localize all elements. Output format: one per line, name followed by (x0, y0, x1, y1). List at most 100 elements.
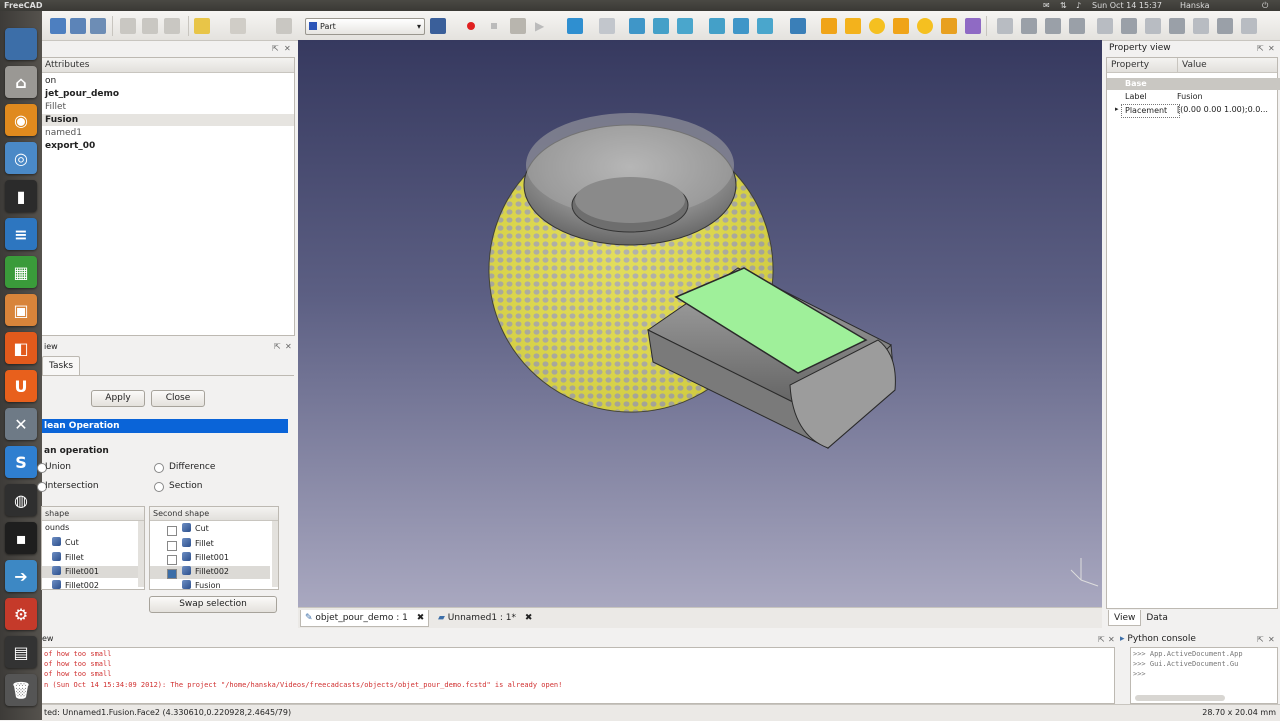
whats-this-icon[interactable] (430, 18, 446, 34)
close-icon[interactable]: ✖ (525, 613, 533, 623)
expand-icon[interactable]: ▸ (1115, 105, 1119, 113)
system-settings-icon[interactable]: ⚙ (5, 598, 37, 630)
section-radio[interactable] (154, 482, 164, 492)
list-item-selected[interactable]: Fillet002 (182, 566, 229, 578)
ubuntu-one-icon[interactable]: U (5, 370, 37, 402)
scrollbar[interactable] (138, 521, 144, 587)
files-icon[interactable]: ⌂ (5, 66, 37, 98)
volume-icon[interactable]: ♪ (1076, 0, 1081, 11)
dock-float-icon[interactable]: ⇱ (274, 342, 281, 351)
part-primitives-icon[interactable] (941, 18, 957, 34)
measure-icon[interactable] (790, 18, 806, 34)
checkbox-checked[interactable] (167, 569, 177, 579)
revolve-icon[interactable] (1121, 18, 1137, 34)
cut-shape-icon[interactable] (1021, 18, 1037, 34)
dock-close-icon[interactable]: ✕ (285, 342, 292, 351)
calc-icon[interactable]: ▦ (5, 256, 37, 288)
open-file-icon[interactable] (70, 18, 86, 34)
list-item[interactable]: Fillet002 (52, 580, 99, 589)
paste-icon[interactable] (164, 18, 180, 34)
difference-radio[interactable] (154, 463, 164, 473)
macro-play-icon[interactable]: ▶ (535, 18, 551, 34)
view-top-icon[interactable] (653, 18, 669, 34)
tab-data[interactable]: Data (1141, 610, 1173, 626)
tree-item[interactable]: jet_pour_demo (45, 88, 119, 100)
screencast-icon[interactable]: ◍ (5, 484, 37, 516)
fuse-icon[interactable] (1045, 18, 1061, 34)
redo-icon[interactable] (230, 18, 246, 34)
panel-title[interactable]: lean Operation (42, 419, 288, 433)
part-cone-icon[interactable] (893, 18, 909, 34)
property-value[interactable]: Fusion (1177, 92, 1203, 101)
network-icon[interactable]: ⇅ (1060, 0, 1067, 11)
tree-item[interactable]: Fillet (45, 101, 66, 113)
macro-record-icon[interactable] (463, 18, 479, 34)
view-front-icon[interactable] (629, 18, 645, 34)
tab-view[interactable]: View (1108, 610, 1142, 626)
part-torus-icon[interactable] (917, 18, 933, 34)
refresh-icon[interactable] (276, 18, 292, 34)
view-rear-icon[interactable] (709, 18, 725, 34)
envelope-icon[interactable]: ✉ (1043, 0, 1050, 11)
report-view[interactable]: of how too small of how too small of how… (42, 647, 1115, 704)
writer-icon[interactable]: ≡ (5, 218, 37, 250)
tab-unnamed1[interactable]: ▰ Unnamed1 : 1* ✖ (434, 610, 536, 626)
dock-float-icon[interactable]: ⇱ (1257, 44, 1264, 53)
save-icon[interactable] (90, 18, 106, 34)
close-button[interactable]: Close (151, 390, 205, 407)
chromium-icon[interactable]: ◎ (5, 142, 37, 174)
property-group[interactable]: Base (1107, 78, 1280, 90)
checkbox[interactable] (167, 555, 177, 565)
tree-item-selected[interactable]: Fusion (42, 114, 294, 126)
camera-icon[interactable]: ▪ (5, 522, 37, 554)
new-file-icon[interactable] (50, 18, 66, 34)
skype-icon[interactable]: S (5, 446, 37, 478)
list-item[interactable]: Cut (52, 537, 79, 549)
user-name[interactable]: Hanska (1180, 0, 1210, 11)
column-property[interactable]: Property (1107, 58, 1178, 72)
trash-icon[interactable]: 🗑 (5, 674, 37, 706)
3d-viewport[interactable] (298, 40, 1102, 607)
macro-stop-icon[interactable] (486, 18, 502, 34)
part-sphere-icon[interactable] (869, 18, 885, 34)
shape-builder-icon[interactable] (965, 18, 981, 34)
mirror-icon[interactable] (1145, 18, 1161, 34)
scrollbar[interactable] (1135, 695, 1225, 701)
scrollbar[interactable] (272, 521, 278, 587)
fillet-icon[interactable] (1169, 18, 1185, 34)
copy-icon[interactable] (142, 18, 158, 34)
first-shape-list[interactable]: shape ounds Cut Fillet Fillet001 Fillet0… (41, 506, 145, 590)
dock-float-icon[interactable]: ⇱ (1098, 635, 1105, 644)
view-left-icon[interactable] (757, 18, 773, 34)
loft-icon[interactable] (1241, 18, 1257, 34)
view-right-icon[interactable] (677, 18, 693, 34)
list-item[interactable]: ounds (45, 522, 69, 534)
part-cylinder-icon[interactable] (845, 18, 861, 34)
apply-button[interactable]: Apply (91, 390, 145, 407)
list-item[interactable]: Fillet001 (182, 552, 229, 564)
list-item[interactable]: Fillet (182, 538, 214, 550)
dock-float-icon[interactable]: ⇱ (272, 44, 279, 53)
model-render[interactable] (298, 40, 1102, 607)
dock-close-icon[interactable]: ✕ (1268, 635, 1275, 644)
clock-text[interactable]: Sun Oct 14 15:37 (1092, 0, 1162, 11)
fit-all-icon[interactable] (567, 18, 583, 34)
boolean-icon[interactable] (997, 18, 1013, 34)
software-center-icon[interactable]: ◧ (5, 332, 37, 364)
second-shape-list[interactable]: Second shape Cut Fillet Fillet001 Fillet… (149, 506, 279, 590)
dock-close-icon[interactable]: ✕ (1268, 44, 1275, 53)
checkbox[interactable] (167, 526, 177, 536)
freecad-icon[interactable]: ➔ (5, 560, 37, 592)
undo-icon[interactable] (194, 18, 210, 34)
list-item[interactable]: Cut (182, 523, 209, 535)
settings-tool-icon[interactable]: ✕ (5, 408, 37, 440)
list-item[interactable]: Fusion (182, 580, 221, 589)
firefox-icon[interactable]: ◉ (5, 104, 37, 136)
power-icon[interactable]: ⏻ (1262, 0, 1268, 11)
cut-icon[interactable] (120, 18, 136, 34)
impress-icon[interactable]: ▣ (5, 294, 37, 326)
workbench-select[interactable]: Part ▾ (305, 18, 425, 35)
list-item[interactable]: Fillet (52, 552, 84, 564)
tree-item[interactable]: export_00 (45, 140, 95, 152)
swap-selection-button[interactable]: Swap selection (149, 596, 277, 613)
